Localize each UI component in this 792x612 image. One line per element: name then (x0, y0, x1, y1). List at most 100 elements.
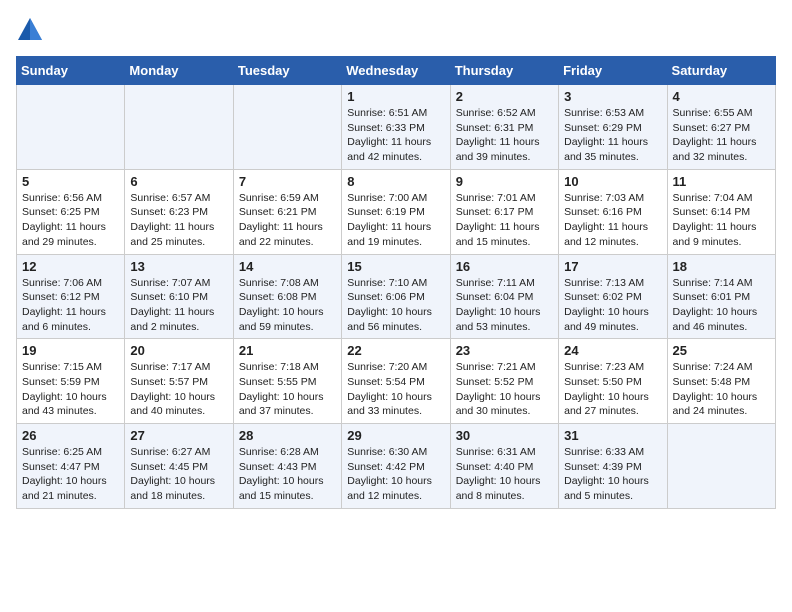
day-info: Sunrise: 6:30 AM Sunset: 4:42 PM Dayligh… (347, 445, 444, 504)
day-number: 15 (347, 259, 444, 274)
day-number: 6 (130, 174, 227, 189)
column-header-monday: Monday (125, 57, 233, 85)
logo (16, 16, 48, 44)
day-info: Sunrise: 7:07 AM Sunset: 6:10 PM Dayligh… (130, 276, 227, 335)
day-number: 2 (456, 89, 553, 104)
day-number: 29 (347, 428, 444, 443)
week-row-5: 26 Sunrise: 6:25 AM Sunset: 4:47 PM Dayli… (17, 424, 776, 509)
day-number: 24 (564, 343, 661, 358)
day-cell: 14Sunrise: 7:08 AM Sunset: 6:08 PM Dayli… (233, 254, 341, 339)
day-cell: 23 Sunrise: 7:21 AM Sunset: 5:52 PM Dayli… (450, 339, 558, 424)
day-cell: 7 Sunrise: 6:59 AM Sunset: 6:21 PM Daylig… (233, 169, 341, 254)
day-number: 31 (564, 428, 661, 443)
day-info: Sunrise: 7:10 AM Sunset: 6:06 PM Dayligh… (347, 276, 444, 335)
day-cell: 13 Sunrise: 7:07 AM Sunset: 6:10 PM Dayli… (125, 254, 233, 339)
day-info: Sunrise: 6:31 AM Sunset: 4:40 PM Dayligh… (456, 445, 553, 504)
day-cell: 25 Sunrise: 7:24 AM Sunset: 5:48 PM Dayli… (667, 339, 775, 424)
day-cell (233, 85, 341, 170)
column-header-thursday: Thursday (450, 57, 558, 85)
logo-icon (16, 16, 44, 44)
day-number: 18 (673, 259, 770, 274)
day-cell: 5 Sunrise: 6:56 AM Sunset: 6:25 PM Daylig… (17, 169, 125, 254)
day-info: Sunrise: 6:53 AM Sunset: 6:29 PM Dayligh… (564, 106, 661, 165)
day-number: 23 (456, 343, 553, 358)
page-header (16, 16, 776, 44)
day-info: Sunrise: 7:14 AM Sunset: 6:01 PM Dayligh… (673, 276, 770, 335)
day-cell: 20 Sunrise: 7:17 AM Sunset: 5:57 PM Dayli… (125, 339, 233, 424)
day-cell: 28 Sunrise: 6:28 AM Sunset: 4:43 PM Dayli… (233, 424, 341, 509)
column-header-sunday: Sunday (17, 57, 125, 85)
day-info: Sunrise: 7:01 AM Sunset: 6:17 PM Dayligh… (456, 191, 553, 250)
column-header-saturday: Saturday (667, 57, 775, 85)
day-cell (667, 424, 775, 509)
day-cell: 8 Sunrise: 7:00 AM Sunset: 6:19 PM Daylig… (342, 169, 450, 254)
column-header-friday: Friday (559, 57, 667, 85)
day-number: 10 (564, 174, 661, 189)
week-row-1: 1Sunrise: 6:51 AM Sunset: 6:33 PM Daylig… (17, 85, 776, 170)
day-number: 11 (673, 174, 770, 189)
day-info: Sunrise: 7:04 AM Sunset: 6:14 PM Dayligh… (673, 191, 770, 250)
day-info: Sunrise: 7:11 AM Sunset: 6:04 PM Dayligh… (456, 276, 553, 335)
day-cell: 29 Sunrise: 6:30 AM Sunset: 4:42 PM Dayli… (342, 424, 450, 509)
day-info: Sunrise: 7:24 AM Sunset: 5:48 PM Dayligh… (673, 360, 770, 419)
day-cell: 11 Sunrise: 7:04 AM Sunset: 6:14 PM Dayli… (667, 169, 775, 254)
day-info: Sunrise: 7:00 AM Sunset: 6:19 PM Dayligh… (347, 191, 444, 250)
day-cell: 3 Sunrise: 6:53 AM Sunset: 6:29 PM Daylig… (559, 85, 667, 170)
day-info: Sunrise: 7:17 AM Sunset: 5:57 PM Dayligh… (130, 360, 227, 419)
day-number: 17 (564, 259, 661, 274)
day-info: Sunrise: 6:55 AM Sunset: 6:27 PM Dayligh… (673, 106, 770, 165)
day-info: Sunrise: 7:15 AM Sunset: 5:59 PM Dayligh… (22, 360, 119, 419)
day-cell: 16Sunrise: 7:11 AM Sunset: 6:04 PM Dayli… (450, 254, 558, 339)
day-number: 1 (347, 89, 444, 104)
header-row: SundayMondayTuesdayWednesdayThursdayFrid… (17, 57, 776, 85)
day-info: Sunrise: 7:03 AM Sunset: 6:16 PM Dayligh… (564, 191, 661, 250)
day-number: 12 (22, 259, 119, 274)
week-row-4: 19Sunrise: 7:15 AM Sunset: 5:59 PM Dayli… (17, 339, 776, 424)
day-cell: 6 Sunrise: 6:57 AM Sunset: 6:23 PM Daylig… (125, 169, 233, 254)
day-cell: 1Sunrise: 6:51 AM Sunset: 6:33 PM Daylig… (342, 85, 450, 170)
day-info: Sunrise: 6:52 AM Sunset: 6:31 PM Dayligh… (456, 106, 553, 165)
day-info: Sunrise: 6:59 AM Sunset: 6:21 PM Dayligh… (239, 191, 336, 250)
day-number: 5 (22, 174, 119, 189)
day-number: 21 (239, 343, 336, 358)
column-header-wednesday: Wednesday (342, 57, 450, 85)
day-cell: 10 Sunrise: 7:03 AM Sunset: 6:16 PM Dayli… (559, 169, 667, 254)
day-number: 3 (564, 89, 661, 104)
day-cell: 9Sunrise: 7:01 AM Sunset: 6:17 PM Daylig… (450, 169, 558, 254)
week-row-3: 12 Sunrise: 7:06 AM Sunset: 6:12 PM Dayli… (17, 254, 776, 339)
column-header-tuesday: Tuesday (233, 57, 341, 85)
day-cell: 30Sunrise: 6:31 AM Sunset: 4:40 PM Dayli… (450, 424, 558, 509)
day-info: Sunrise: 7:18 AM Sunset: 5:55 PM Dayligh… (239, 360, 336, 419)
day-number: 14 (239, 259, 336, 274)
day-cell: 22Sunrise: 7:20 AM Sunset: 5:54 PM Dayli… (342, 339, 450, 424)
day-number: 13 (130, 259, 227, 274)
day-cell: 21 Sunrise: 7:18 AM Sunset: 5:55 PM Dayli… (233, 339, 341, 424)
day-number: 26 (22, 428, 119, 443)
day-info: Sunrise: 6:28 AM Sunset: 4:43 PM Dayligh… (239, 445, 336, 504)
day-cell: 27 Sunrise: 6:27 AM Sunset: 4:45 PM Dayli… (125, 424, 233, 509)
day-info: Sunrise: 7:23 AM Sunset: 5:50 PM Dayligh… (564, 360, 661, 419)
day-number: 4 (673, 89, 770, 104)
day-info: Sunrise: 6:27 AM Sunset: 4:45 PM Dayligh… (130, 445, 227, 504)
day-cell: 31 Sunrise: 6:33 AM Sunset: 4:39 PM Dayli… (559, 424, 667, 509)
day-info: Sunrise: 6:25 AM Sunset: 4:47 PM Dayligh… (22, 445, 119, 504)
day-number: 27 (130, 428, 227, 443)
day-number: 8 (347, 174, 444, 189)
day-cell: 18 Sunrise: 7:14 AM Sunset: 6:01 PM Dayli… (667, 254, 775, 339)
day-cell: 24 Sunrise: 7:23 AM Sunset: 5:50 PM Dayli… (559, 339, 667, 424)
day-info: Sunrise: 7:06 AM Sunset: 6:12 PM Dayligh… (22, 276, 119, 335)
day-cell: 12 Sunrise: 7:06 AM Sunset: 6:12 PM Dayli… (17, 254, 125, 339)
day-cell: 17Sunrise: 7:13 AM Sunset: 6:02 PM Dayli… (559, 254, 667, 339)
day-info: Sunrise: 6:57 AM Sunset: 6:23 PM Dayligh… (130, 191, 227, 250)
day-cell: 15 Sunrise: 7:10 AM Sunset: 6:06 PM Dayli… (342, 254, 450, 339)
day-info: Sunrise: 6:33 AM Sunset: 4:39 PM Dayligh… (564, 445, 661, 504)
day-number: 20 (130, 343, 227, 358)
day-info: Sunrise: 7:21 AM Sunset: 5:52 PM Dayligh… (456, 360, 553, 419)
day-number: 7 (239, 174, 336, 189)
day-number: 25 (673, 343, 770, 358)
day-info: Sunrise: 6:56 AM Sunset: 6:25 PM Dayligh… (22, 191, 119, 250)
week-row-2: 5 Sunrise: 6:56 AM Sunset: 6:25 PM Daylig… (17, 169, 776, 254)
day-number: 28 (239, 428, 336, 443)
day-cell: 19Sunrise: 7:15 AM Sunset: 5:59 PM Dayli… (17, 339, 125, 424)
day-number: 22 (347, 343, 444, 358)
